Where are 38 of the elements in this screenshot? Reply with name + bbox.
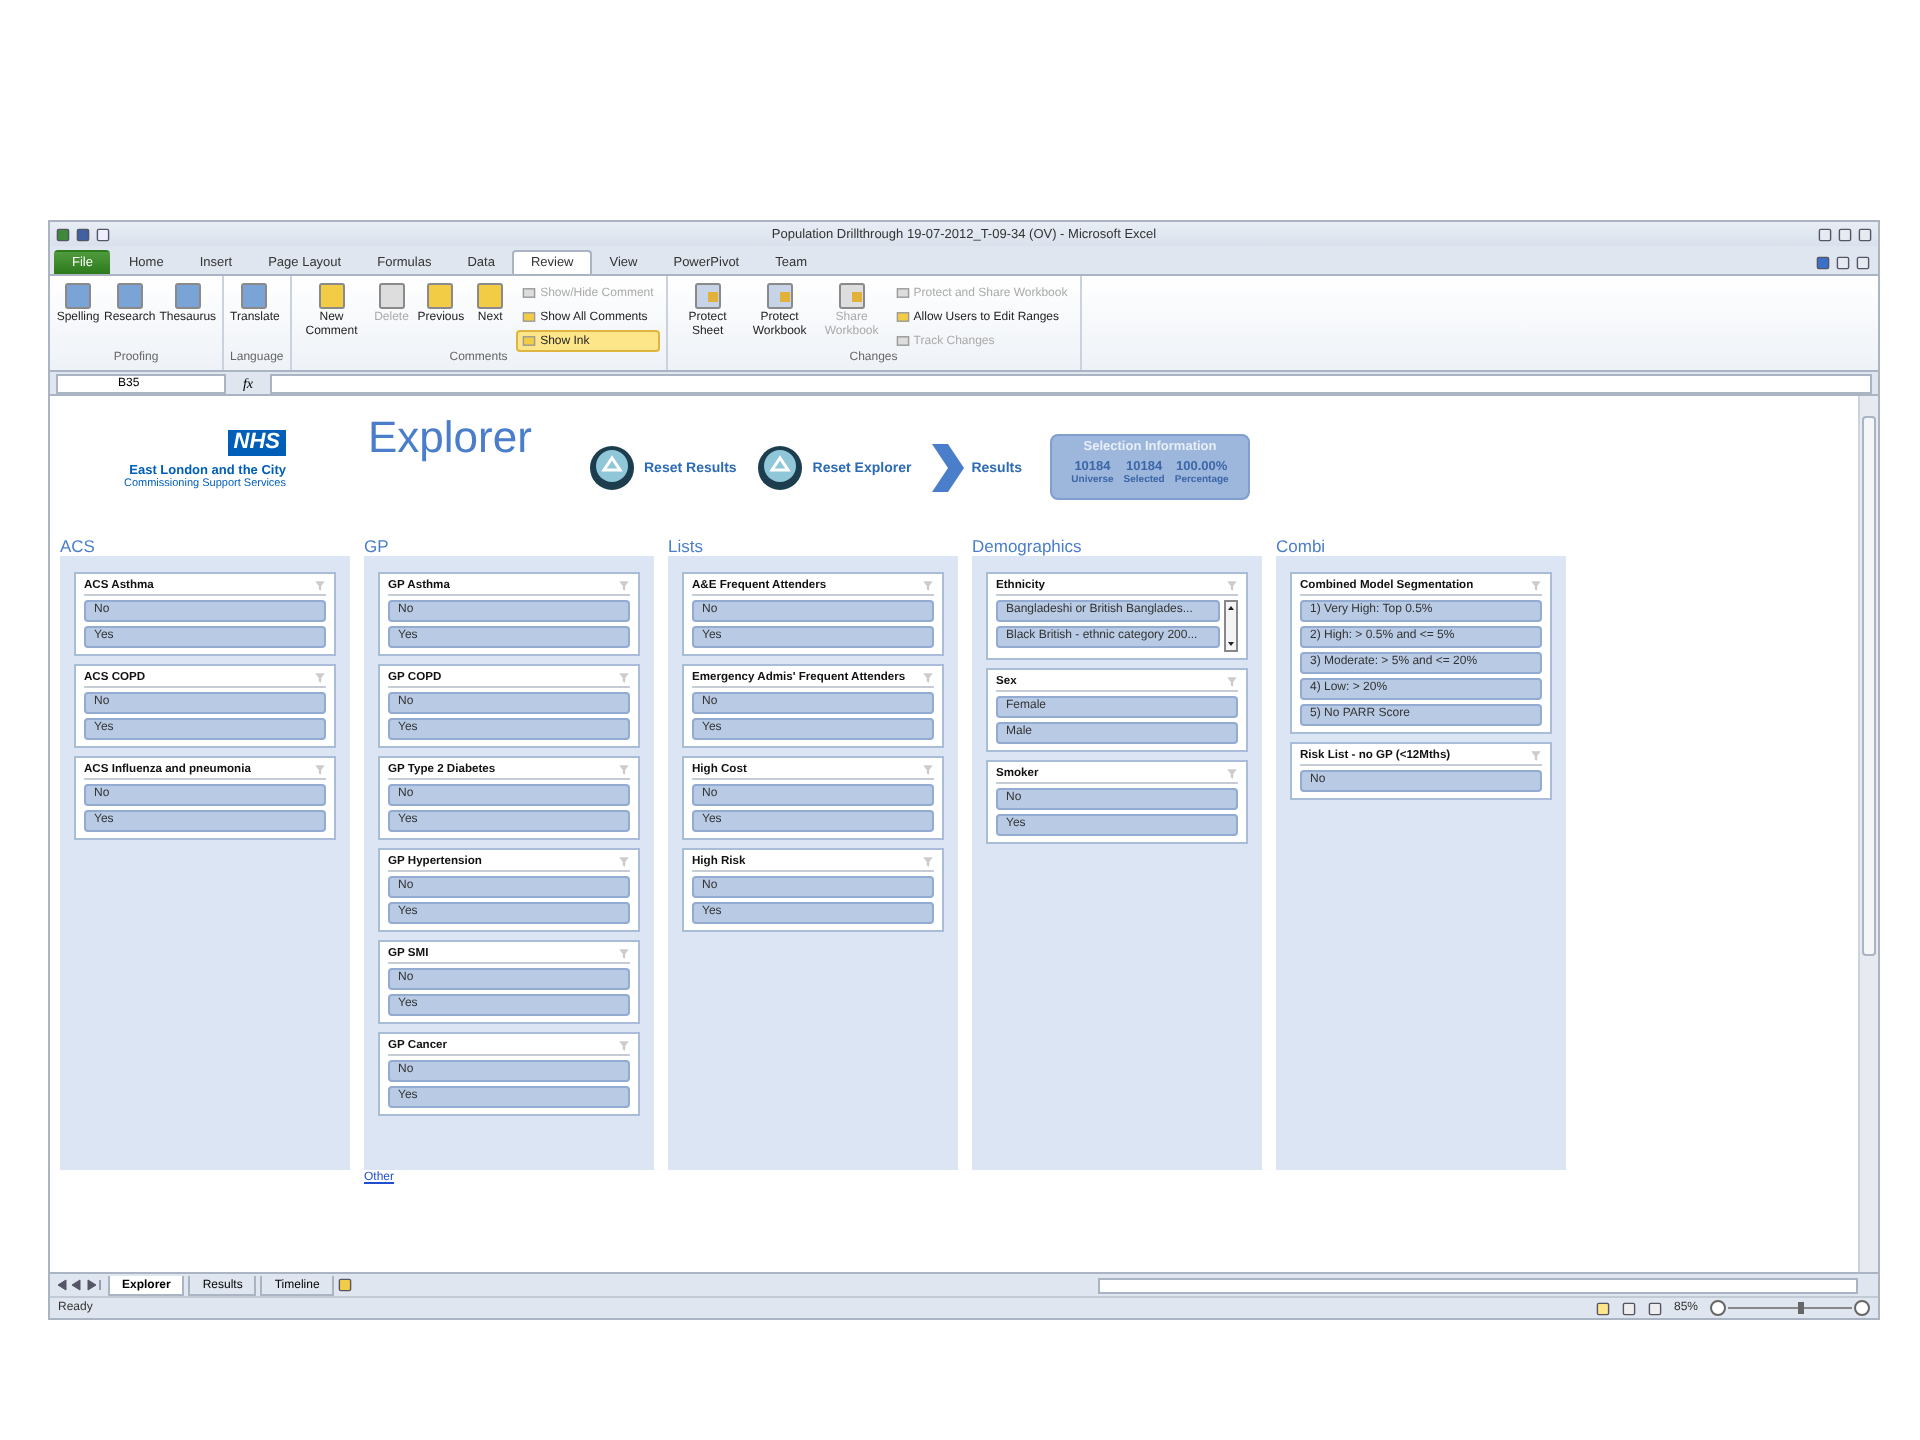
column-heading: Lists xyxy=(668,536,705,556)
scrollbar-drawing[interactable] xyxy=(1224,600,1238,652)
recycle-icon xyxy=(588,444,636,492)
filter-clear-icon[interactable] xyxy=(618,763,630,775)
filter-clear-icon[interactable] xyxy=(618,671,630,683)
filter-clear-icon[interactable] xyxy=(1226,767,1238,779)
filter-clear-icon[interactable] xyxy=(618,579,630,591)
filter-clear-icon[interactable] xyxy=(314,579,326,591)
filter-clear-icon[interactable] xyxy=(1226,579,1238,591)
page-title: Explorer xyxy=(368,412,534,464)
filter-clear-icon[interactable] xyxy=(1226,675,1238,687)
filter-clear-icon[interactable] xyxy=(1530,579,1542,591)
formula-input[interactable] xyxy=(270,373,1872,393)
filter-clear-icon[interactable] xyxy=(314,671,326,683)
logo-mark: NHS xyxy=(227,430,286,456)
note-icon xyxy=(375,280,408,312)
column-heading: Demographics xyxy=(972,536,1084,556)
filter-clear-icon[interactable] xyxy=(922,671,934,683)
note-icon xyxy=(424,280,457,312)
sheet-nav-icon[interactable] xyxy=(56,1278,104,1292)
recycle-icon xyxy=(756,444,805,492)
vertical-scrollbar[interactable] xyxy=(1858,396,1878,1272)
filter-clear-icon[interactable] xyxy=(922,579,934,591)
filter-clear-icon[interactable] xyxy=(618,1039,630,1051)
filter-clear-icon[interactable] xyxy=(618,947,630,959)
column-heading: Combi xyxy=(1276,536,1328,556)
filter-clear-icon[interactable] xyxy=(922,855,934,867)
chevron-icon xyxy=(931,444,964,492)
filter-clear-icon[interactable] xyxy=(922,763,934,775)
filter-clear-icon[interactable] xyxy=(314,763,326,775)
note-icon xyxy=(474,280,507,312)
note-icon xyxy=(315,280,348,312)
filter-clear-icon[interactable] xyxy=(1530,749,1542,761)
zoom-slider-drawing[interactable] xyxy=(1710,1300,1870,1316)
filter-clear-icon[interactable] xyxy=(618,855,630,867)
column-heading: GP xyxy=(364,536,391,556)
column-heading: ACS xyxy=(60,536,97,556)
horizontal-scrollbar[interactable] xyxy=(1098,1277,1858,1293)
